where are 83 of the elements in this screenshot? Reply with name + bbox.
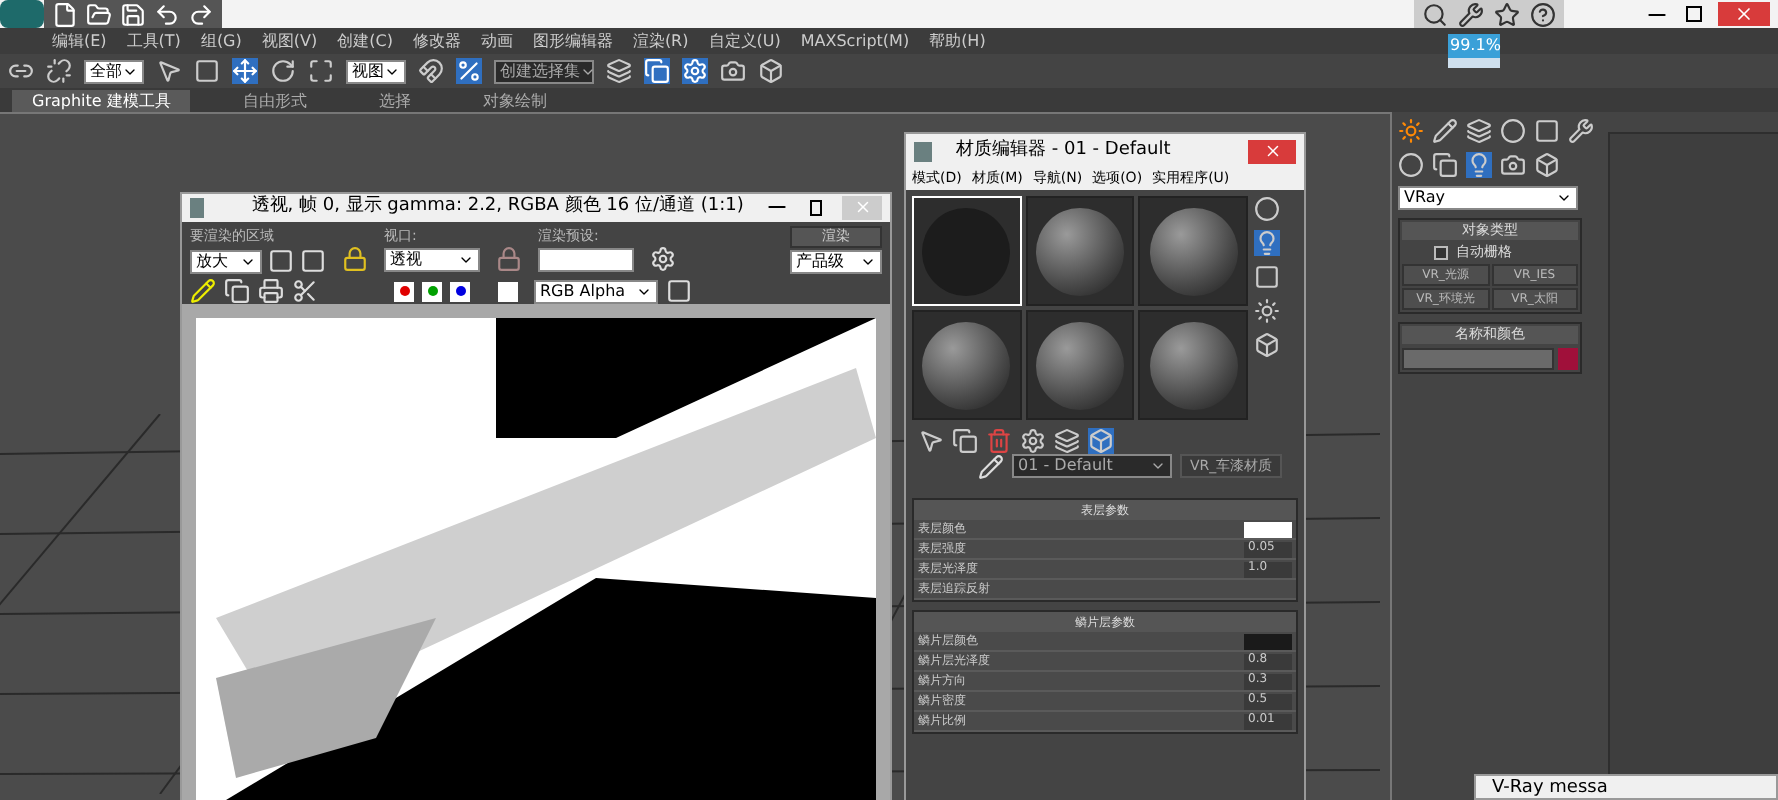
color-swatch[interactable] xyxy=(498,281,518,301)
move-icon[interactable] xyxy=(232,58,258,84)
layers-icon[interactable] xyxy=(606,58,632,84)
menu-item[interactable]: 帮助(H) xyxy=(929,29,986,53)
undo-icon[interactable] xyxy=(154,1,180,27)
select-icon[interactable] xyxy=(156,58,182,84)
menu-item[interactable]: MAXScript(M) xyxy=(800,29,910,53)
maximize-icon[interactable] xyxy=(809,199,823,216)
close-icon xyxy=(1263,142,1281,160)
app-logo-icon[interactable] xyxy=(0,0,44,28)
menu-item[interactable]: 图形编辑器 xyxy=(532,29,613,53)
lock-icon[interactable] xyxy=(496,245,522,271)
menu-item[interactable]: 渲染(R) xyxy=(632,29,689,53)
star-icon[interactable] xyxy=(1494,1,1520,27)
sphere-preview xyxy=(1035,321,1124,409)
open-folder-icon[interactable] xyxy=(86,1,112,27)
new-file-icon[interactable] xyxy=(52,1,78,27)
eyedropper-icon[interactable] xyxy=(978,453,1004,479)
vray-message-window: V-Ray messa xyxy=(1474,774,1778,800)
selection-filter-dropdown[interactable]: 全部 xyxy=(84,59,144,83)
caret-icon xyxy=(1150,458,1166,474)
ribbon-tab[interactable]: 选择 xyxy=(358,90,431,112)
progress-indicator: 99.1% xyxy=(1448,34,1500,68)
menu-item[interactable]: 视图(V) xyxy=(261,29,318,53)
window-title: 透视, 帧 0, 显示 gamma: 2.2, RGBA 颜色 16 位/通道 (1:1) xyxy=(249,194,744,220)
window-title: 材质编辑器 - 01 - Default xyxy=(954,137,1173,164)
unlink-icon[interactable] xyxy=(46,58,72,84)
sphere-preview xyxy=(1035,207,1124,295)
close-icon xyxy=(853,198,872,217)
channel-dropdown[interactable]: RGB Alpha xyxy=(534,279,658,303)
checkbox[interactable] xyxy=(1434,245,1448,259)
maximize-icon[interactable] xyxy=(1686,6,1702,22)
selection-set-dropdown[interactable]: 创建选择集 xyxy=(494,59,594,83)
material-name-dropdown[interactable]: 01 - Default xyxy=(1012,454,1172,478)
window-icon xyxy=(914,141,932,161)
backlight-icon[interactable] xyxy=(1254,230,1280,256)
category-dropdown[interactable]: VRay xyxy=(1398,186,1578,210)
ribbon-tab[interactable]: Graphite 建模工具 xyxy=(12,90,191,112)
rotate-icon[interactable] xyxy=(270,58,296,84)
caret-icon xyxy=(458,252,474,268)
menu-item[interactable]: 自定义(U) xyxy=(708,29,781,53)
close-button[interactable] xyxy=(1718,2,1770,26)
menu-item[interactable]: 组(G) xyxy=(200,29,242,53)
menu-item[interactable]: 动画 xyxy=(480,29,513,53)
pencil-icon[interactable] xyxy=(190,278,216,304)
window-icon xyxy=(190,197,204,218)
viewport[interactable] xyxy=(0,112,1390,800)
print-icon[interactable] xyxy=(258,278,284,304)
sphere-preview xyxy=(1149,207,1238,295)
wrench-icon[interactable] xyxy=(1458,1,1484,27)
object-color-swatch[interactable] xyxy=(1558,348,1578,370)
close-button[interactable] xyxy=(1248,139,1296,163)
reference-coordinate-dropdown[interactable]: 视图 xyxy=(346,59,406,83)
utilities-tab-icon[interactable] xyxy=(1568,118,1594,144)
menu-item[interactable]: 修改器 xyxy=(412,29,461,53)
percent-snap-icon[interactable] xyxy=(456,58,482,84)
viewport-dropdown[interactable]: 透视 xyxy=(384,248,480,272)
region-select-icon[interactable] xyxy=(194,58,220,84)
preset-dropdown[interactable] xyxy=(538,248,634,272)
sample-type-icon[interactable] xyxy=(1254,196,1280,222)
save-icon[interactable] xyxy=(120,1,146,27)
name-field[interactable] xyxy=(1402,348,1554,370)
color-swatch[interactable] xyxy=(1244,521,1292,537)
menu-item[interactable]: 创建(C) xyxy=(337,29,393,53)
caret-icon xyxy=(1556,190,1572,206)
help-icon[interactable] xyxy=(1530,1,1556,27)
settings-icon[interactable] xyxy=(650,245,676,271)
close-icon xyxy=(1734,4,1754,24)
snap-icon[interactable] xyxy=(418,58,444,84)
clone-icon[interactable] xyxy=(224,278,250,304)
scale-icon[interactable] xyxy=(308,58,334,84)
ribbon-tab[interactable]: 自由形式 xyxy=(222,90,327,112)
menu-item[interactable]: 编辑(E) xyxy=(52,29,107,53)
quality-dropdown[interactable]: 产品级 xyxy=(790,249,882,273)
redo-icon[interactable] xyxy=(188,1,214,27)
lock-icon[interactable] xyxy=(342,245,368,271)
ribbon-tab[interactable]: 对象绘制 xyxy=(462,90,567,112)
color-swatch[interactable] xyxy=(1244,633,1292,649)
sphere-preview xyxy=(1149,321,1238,409)
copy-icon[interactable] xyxy=(644,58,670,84)
area-dropdown[interactable]: 放大 xyxy=(190,249,262,273)
render-setup-icon[interactable] xyxy=(682,58,708,84)
menu-item[interactable]: 工具(T) xyxy=(126,29,181,53)
